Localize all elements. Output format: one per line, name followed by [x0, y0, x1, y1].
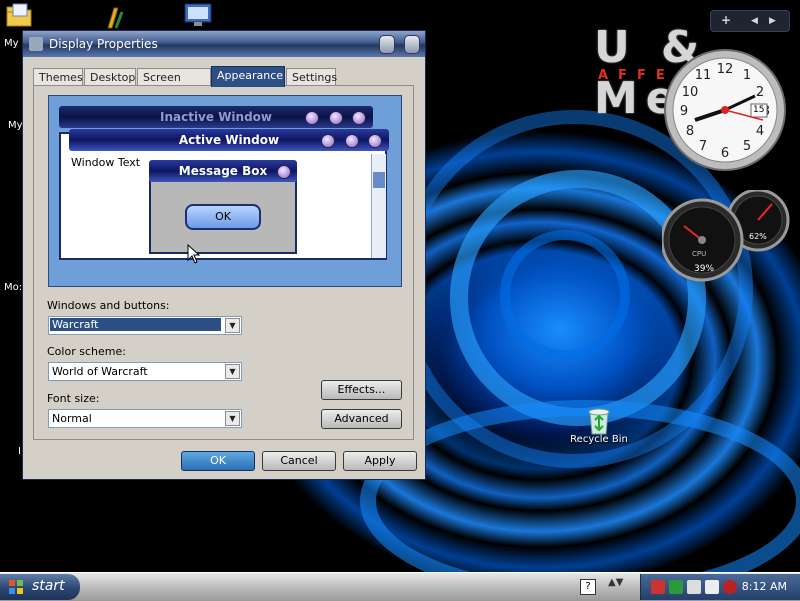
preview-scrollbar-thumb	[373, 172, 385, 188]
printer-icon[interactable]	[705, 580, 719, 594]
start-button[interactable]: start	[0, 574, 80, 600]
svg-text:6: 6	[721, 146, 729, 161]
memory-percent: 62%	[749, 232, 767, 241]
windows-logo-icon	[9, 580, 23, 594]
display-icon[interactable]	[687, 580, 701, 594]
appearance-preview: Inactive Window Active Window Window Tex…	[48, 95, 402, 287]
svg-text:12: 12	[717, 62, 734, 77]
preview-minimize-icon	[305, 111, 319, 125]
close-button[interactable]	[404, 35, 420, 54]
mouse-cursor-icon	[187, 244, 201, 264]
desktop-icon-label[interactable]: My	[8, 120, 23, 131]
advanced-button[interactable]: Advanced	[321, 409, 402, 429]
clock-date: 15	[753, 105, 765, 115]
preview-close-icon	[277, 165, 291, 179]
color-scheme-value: World of Warcraft	[52, 365, 148, 378]
svg-text:5: 5	[743, 139, 751, 154]
wallpaper-swirl	[500, 230, 630, 360]
color-scheme-label: Color scheme:	[47, 345, 126, 358]
help-tray-icon[interactable]: ?	[580, 579, 596, 595]
chevron-down-icon[interactable]: ▼	[225, 411, 240, 426]
next-icon[interactable]: ▶	[769, 16, 776, 26]
preview-ok-button: OK	[185, 204, 261, 230]
preview-close-icon	[352, 111, 366, 125]
start-label: start	[32, 578, 65, 594]
preview-window-text: Window Text	[71, 156, 141, 169]
folder-icon	[4, 2, 34, 28]
preview-minimize-icon	[321, 134, 335, 148]
effects-button[interactable]: Effects...	[321, 380, 402, 400]
title-bar[interactable]: Display Properties	[23, 31, 425, 57]
clock-gadget[interactable]: 1212 345 678 91011 15	[663, 48, 787, 172]
window-title: Display Properties	[49, 37, 158, 51]
ok-button[interactable]: OK	[181, 451, 255, 471]
taskbar: start ? ▲▼ 8:12 AM	[0, 572, 800, 601]
chevron-down-icon[interactable]: ▼	[225, 364, 240, 379]
chevron-down-icon[interactable]: ▼	[225, 318, 240, 333]
preview-inactive-titlebar: Inactive Window	[59, 106, 373, 128]
monitor-icon	[182, 2, 212, 28]
font-size-value: Normal	[52, 412, 92, 425]
svg-text:4: 4	[756, 124, 764, 139]
font-size-select[interactable]: Normal ▼	[48, 409, 242, 428]
clock-face: 1212 345 678 91011	[664, 49, 786, 171]
cancel-button[interactable]: Cancel	[262, 451, 336, 471]
svg-text:11: 11	[695, 68, 712, 83]
help-button[interactable]	[379, 35, 395, 54]
apply-button[interactable]: Apply	[343, 451, 417, 471]
windows-buttons-value: Warcraft	[50, 318, 221, 331]
cpu-meter-gadget[interactable]: CPU 39% 62%	[660, 188, 790, 286]
tab-appearance[interactable]: Appearance	[211, 66, 285, 87]
preview-maximize-icon	[329, 111, 343, 125]
windows-buttons-label: Windows and buttons:	[47, 299, 170, 312]
display-properties-window: Display Properties Themes Desktop Screen…	[22, 30, 426, 480]
color-scheme-select[interactable]: World of Warcraft ▼	[48, 362, 242, 381]
svg-text:10: 10	[682, 85, 699, 100]
tab-desktop[interactable]: Desktop	[84, 68, 136, 85]
preview-message-box-title: Message Box	[178, 164, 268, 178]
display-properties-icon	[29, 37, 43, 51]
svg-text:9: 9	[680, 104, 688, 119]
system-tray: 8:12 AM	[640, 574, 800, 600]
tab-themes[interactable]: Themes	[33, 68, 83, 85]
previous-icon[interactable]: ◀	[751, 16, 758, 26]
cpu-label: CPU	[692, 250, 707, 258]
svg-text:1: 1	[743, 68, 751, 83]
recycle-bin-icon	[584, 406, 614, 435]
security-alert-icon[interactable]	[651, 580, 665, 594]
desktop-icon-my-documents[interactable]	[4, 2, 34, 30]
desktop-icon-label[interactable]: I	[18, 446, 21, 457]
preview-active-title: Active Window	[178, 133, 280, 147]
preview-maximize-icon	[345, 134, 359, 148]
gadget-toolbar: + ◀ ▶	[710, 10, 790, 32]
network-icon[interactable]	[669, 580, 683, 594]
preview-close-icon	[368, 134, 382, 148]
tools-icon	[100, 4, 130, 30]
svg-text:2: 2	[756, 85, 764, 100]
preview-inactive-title: Inactive Window	[159, 110, 273, 124]
desktop-icon-tool[interactable]	[100, 4, 130, 32]
preview-active-titlebar: Active Window	[69, 129, 389, 151]
recycle-bin-label: Recycle Bin	[570, 434, 628, 445]
desktop-icon-label[interactable]: My	[4, 38, 19, 49]
taskbar-clock[interactable]: 8:12 AM	[742, 580, 787, 593]
desktop-icon-display[interactable]	[182, 2, 212, 30]
tab-screen-saver[interactable]: Screen Saver	[137, 68, 211, 101]
antivirus-icon[interactable]	[723, 580, 737, 594]
windows-buttons-select[interactable]: Warcraft ▼	[48, 316, 242, 335]
svg-text:7: 7	[699, 139, 707, 154]
cpu-percent: 39%	[694, 264, 715, 274]
add-gadget-icon[interactable]: +	[721, 13, 731, 27]
desktop-icon-label[interactable]: Mo:	[4, 282, 22, 293]
preview-message-box-titlebar: Message Box	[149, 160, 297, 182]
svg-text:8: 8	[686, 124, 694, 139]
font-size-label: Font size:	[47, 392, 100, 405]
tab-settings[interactable]: Settings	[286, 68, 337, 85]
gauge-faces	[660, 188, 790, 282]
desktop-icon-recycle-bin[interactable]: Recycle Bin	[566, 406, 632, 445]
tray-expand-icon[interactable]: ▲▼	[608, 577, 623, 588]
preview-scrollbar	[371, 154, 386, 258]
